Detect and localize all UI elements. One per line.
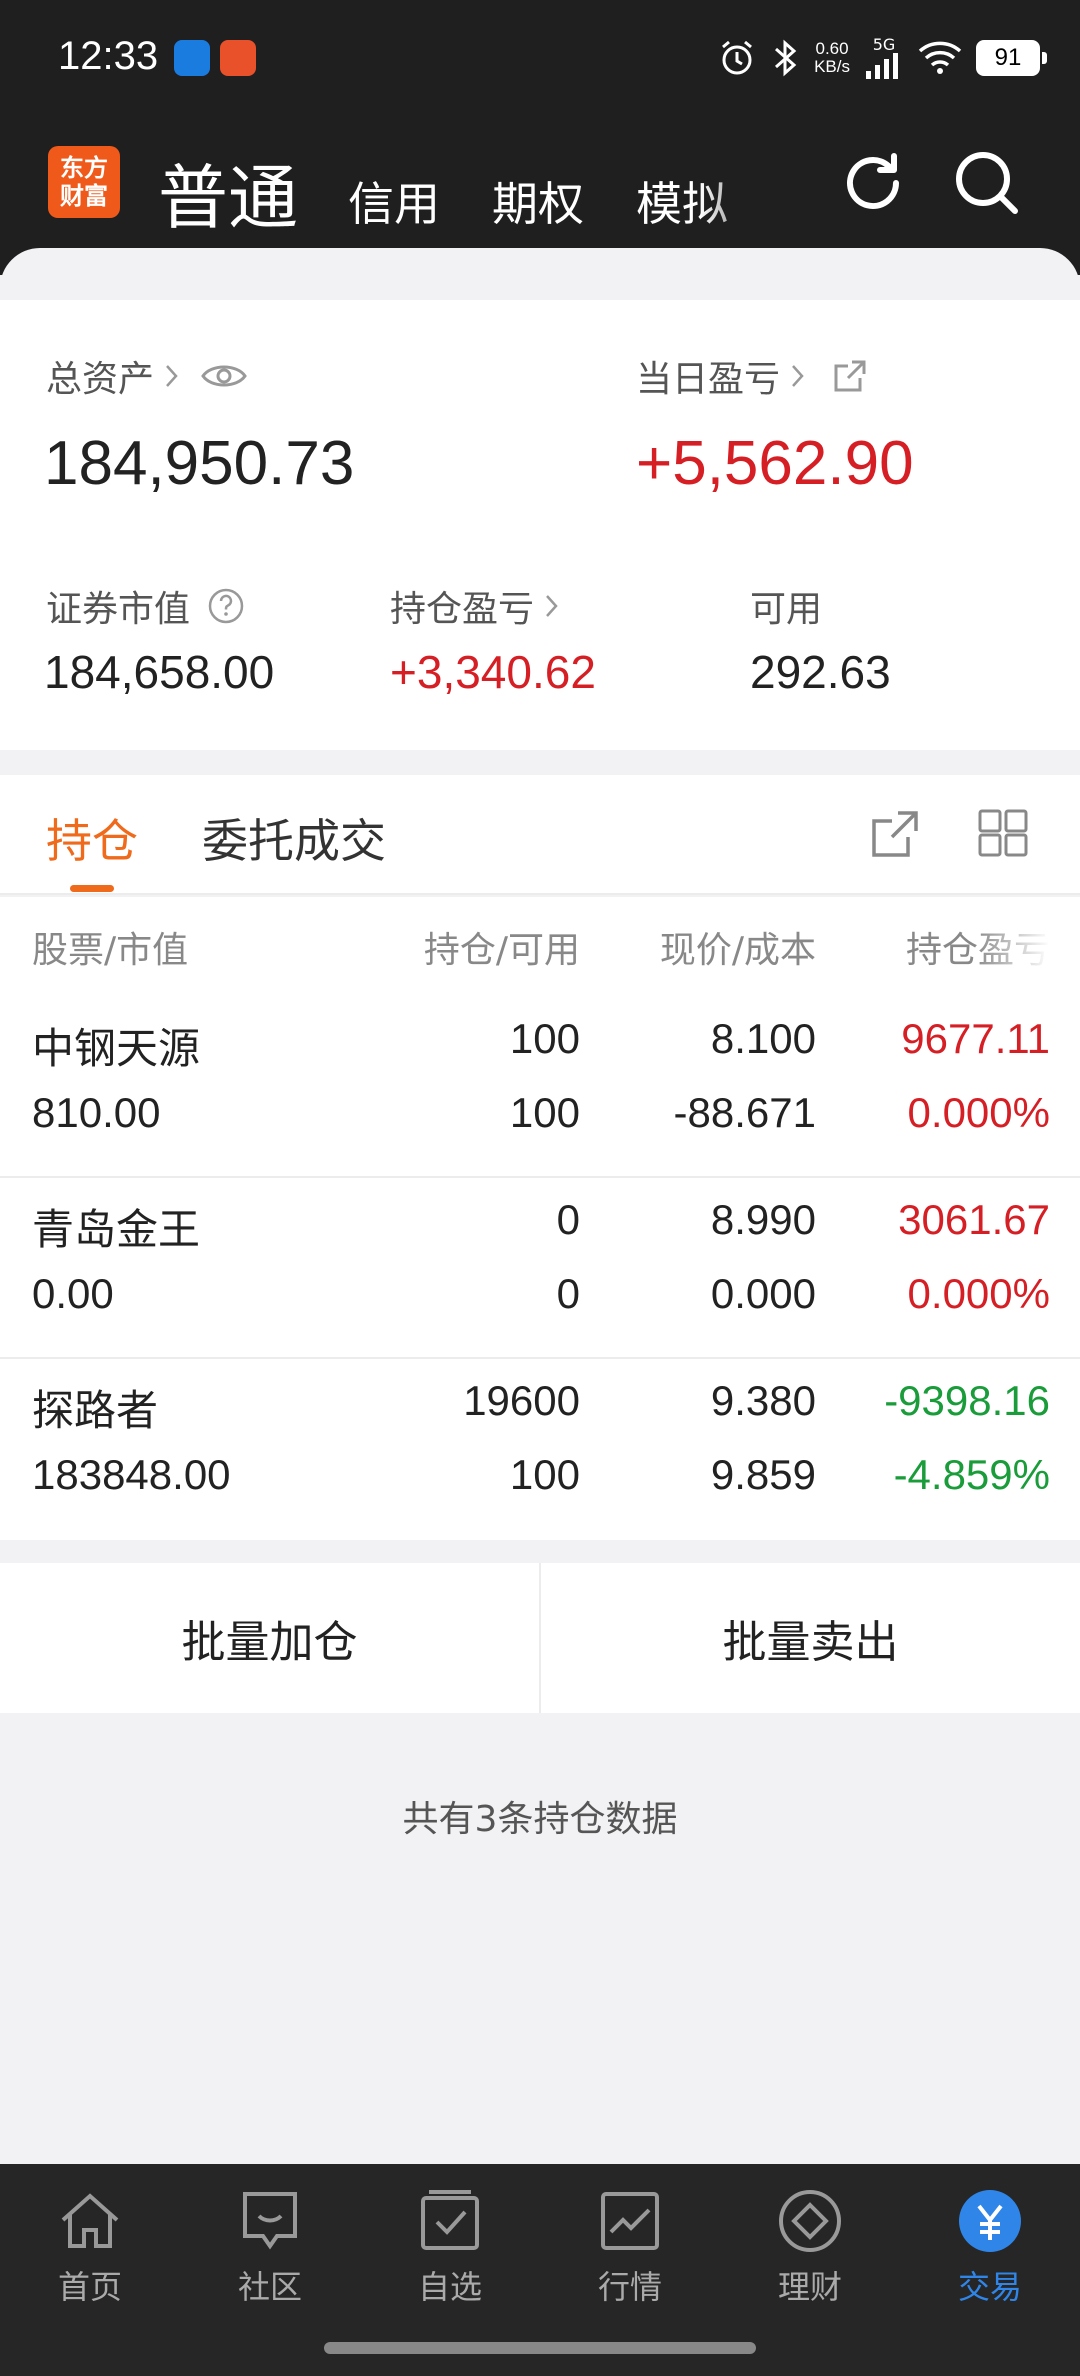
nav-community[interactable]: 社区: [190, 2186, 350, 2308]
nav-market[interactable]: 行情: [550, 2186, 710, 2308]
finance-diamond-icon: [779, 2190, 841, 2252]
holdings-table: 股票/市值 持仓/可用 现价/成本 持仓盈亏 中钢天源 810.00 100 100 8…: [0, 897, 1080, 1540]
watchlist-icon: [421, 2190, 479, 2250]
current-price: 8.990: [710, 1196, 816, 1243]
alarm-icon: [722, 40, 753, 75]
batch-sell-button[interactable]: 批量卖出: [539, 1563, 1080, 1713]
tab-normal[interactable]: 普通: [158, 142, 298, 243]
position-pl-value: +3,340.62: [390, 646, 596, 698]
home-icon: [61, 2193, 119, 2248]
notification-app-icon: [174, 40, 210, 76]
available-qty: 100: [509, 1451, 580, 1498]
chat-icon: [243, 2192, 297, 2250]
nav-home[interactable]: 首页: [10, 2186, 170, 2308]
stock-market-value: 0.00: [32, 1270, 114, 1317]
available-qty: 0: [556, 1270, 580, 1317]
market-value-value: 184,658.00: [44, 646, 275, 698]
cost-price: 9.859: [710, 1451, 816, 1498]
table-row[interactable]: 青岛金王 0.00 0 0 8.990 0.000 3061.67 0.000%: [0, 1178, 1080, 1359]
net-speed: 0.60 KB/s: [814, 39, 850, 76]
tab-orders[interactable]: 委托成交: [202, 805, 386, 871]
gesture-home-bar[interactable]: [324, 2342, 756, 2354]
position-qty: 0: [556, 1196, 580, 1243]
batch-add-button[interactable]: 批量加仓: [0, 1563, 539, 1713]
holdings-tabs: 持仓 委托成交: [0, 775, 1080, 895]
grid-view-icon[interactable]: [976, 807, 1030, 861]
card-top-edge: [0, 248, 1080, 308]
status-bar: 12:33 0.60 KB/s 5G 91: [0, 0, 1080, 110]
chevron-right-icon: [792, 365, 804, 387]
position-pl: 3061.67: [898, 1196, 1050, 1243]
share-out-icon[interactable]: [830, 356, 870, 396]
app-logo: 东方 财富: [48, 146, 120, 218]
col-stock-market: 股票/市值: [32, 930, 189, 971]
col-position-pl: 持仓盈亏: [905, 930, 1050, 971]
tab-credit[interactable]: 信用: [348, 168, 440, 234]
cost-price: -88.671: [673, 1089, 816, 1136]
tab-holdings[interactable]: 持仓: [46, 805, 138, 871]
asset-summary: 总资产 184,950.73 当日盈亏 +5,562.90 证券市值 184,6…: [0, 300, 1080, 750]
yuan-trade-icon: [959, 2190, 1021, 2252]
signal-icon: 5G: [864, 37, 904, 79]
col-price-cost: 现价/成本: [659, 930, 816, 971]
tab-options[interactable]: 期权: [492, 168, 584, 234]
position-pl-pct: 0.000%: [907, 1089, 1050, 1136]
daily-pl-value: +5,562.90: [636, 429, 914, 498]
stock-name: 探路者: [32, 1386, 159, 1435]
stock-name: 中钢天源: [32, 1024, 201, 1073]
holdings-count-note: 共有3条持仓数据: [402, 1799, 678, 1840]
table-row[interactable]: 探路者 183848.00 19600 100 9.380 9.859 -9398.16 -4…: [0, 1359, 1080, 1540]
chevron-right-icon: [546, 595, 558, 617]
table-row[interactable]: 中钢天源 810.00 100 100 8.100 -88.671 9677.11 0.000…: [0, 997, 1080, 1178]
notification-app-icon-2: [220, 40, 256, 76]
chevron-right-icon: [166, 365, 178, 387]
top-header: 12:33 0.60 KB/s 5G 91 东方 财富 普通 信用 期权 模拟: [0, 0, 1080, 275]
nav-watchlist[interactable]: 自选: [370, 2186, 530, 2308]
share-out-icon[interactable]: [868, 807, 922, 861]
eye-icon[interactable]: [200, 359, 248, 393]
cost-price: 0.000: [710, 1270, 816, 1317]
available-qty: 100: [509, 1089, 580, 1136]
nav-finance[interactable]: 理财: [730, 2186, 890, 2308]
current-price: 8.100: [710, 1015, 816, 1062]
active-tab-indicator: [70, 885, 114, 892]
available-label: 可用: [750, 589, 823, 630]
batch-actions: 批量加仓 批量卖出: [0, 1563, 1080, 1713]
battery-indicator: 91: [976, 40, 1047, 76]
daily-pl-label[interactable]: 当日盈亏: [636, 350, 870, 402]
nav-trade[interactable]: 交易: [910, 2186, 1070, 2308]
market-chart-icon: [601, 2192, 659, 2250]
stock-name: 青岛金王: [32, 1205, 201, 1254]
market-value-label: 证券市值: [46, 580, 246, 632]
available-value: 292.63: [750, 646, 891, 698]
status-time: 12:33: [58, 34, 159, 78]
bluetooth-icon: [775, 39, 797, 77]
position-pl-label[interactable]: 持仓盈亏: [390, 580, 560, 632]
stock-market-value: 810.00: [32, 1089, 161, 1136]
col-position-available: 持仓/可用: [423, 930, 580, 971]
position-qty: 19600: [463, 1377, 580, 1424]
refresh-icon[interactable]: [838, 148, 908, 218]
table-header: 股票/市值 持仓/可用 现价/成本 持仓盈亏: [0, 897, 1080, 997]
position-pl: 9677.11: [901, 1015, 1050, 1062]
stock-market-value: 183848.00: [32, 1451, 231, 1498]
total-assets-value: 184,950.73: [44, 429, 355, 498]
tabs-fade: [700, 150, 820, 230]
position-qty: 100: [509, 1015, 580, 1062]
position-pl-pct: 0.000%: [907, 1270, 1050, 1317]
total-assets-label[interactable]: 总资产: [46, 350, 248, 402]
position-pl-pct: -4.859%: [893, 1451, 1050, 1498]
wifi-icon: [918, 41, 962, 74]
status-icons: 0.60 KB/s 5G 91: [718, 30, 1047, 86]
help-icon[interactable]: [206, 586, 246, 626]
position-pl: -9398.16: [884, 1377, 1050, 1424]
current-price: 9.380: [710, 1377, 816, 1424]
search-icon[interactable]: [952, 148, 1022, 218]
account-type-tabs: 东方 财富 普通 信用 期权 模拟: [0, 130, 1080, 240]
